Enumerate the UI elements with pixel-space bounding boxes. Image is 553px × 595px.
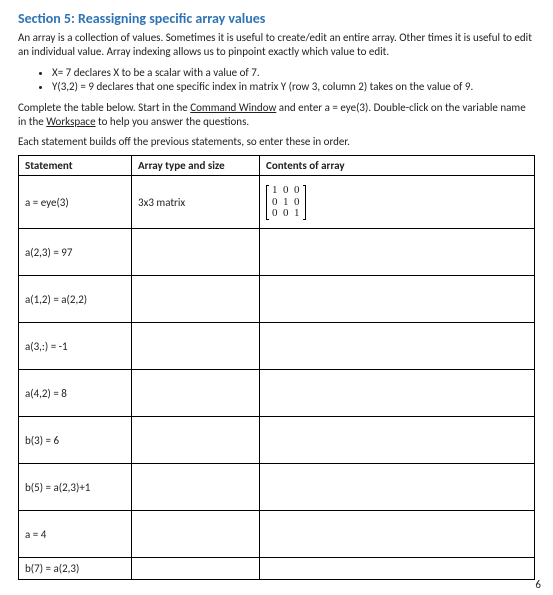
table-row: b(3) = 6	[19, 417, 535, 464]
table-row: a(1,2) = a(2,2)	[19, 276, 535, 323]
workspace-label: Workspace	[46, 115, 95, 128]
col-header-type: Array type and size	[132, 156, 260, 176]
instructions-paragraph: Complete the table below. Start in the C…	[18, 101, 535, 130]
table-row: b(7) = a(2,3)	[19, 558, 535, 580]
cell-statement: b(5) = a(2,3)+1	[19, 464, 132, 511]
cell-type[interactable]	[132, 276, 260, 323]
matrix-display: 1 0 0 0 1 0 0 0 1	[266, 185, 306, 220]
bullet-list: X= 7 declares X to be a scalar with a va…	[18, 66, 535, 93]
cell-contents[interactable]	[260, 417, 535, 464]
section-title: Section 5: Reassigning specific array va…	[18, 10, 535, 27]
cell-type[interactable]	[132, 558, 260, 580]
cell-type[interactable]	[132, 323, 260, 370]
cell-statement: a(2,3) = 97	[19, 229, 132, 276]
table-header-row: Statement Array type and size Contents o…	[19, 156, 535, 176]
cell-contents[interactable]	[260, 229, 535, 276]
cell-statement: b(7) = a(2,3)	[19, 558, 132, 580]
cell-type[interactable]	[132, 464, 260, 511]
cell-contents[interactable]	[260, 511, 535, 558]
cell-contents[interactable]	[260, 464, 535, 511]
command-window-label: Command Window	[190, 101, 276, 114]
cell-contents: 1 0 0 0 1 0 0 0 1	[260, 176, 535, 229]
cell-type[interactable]	[132, 417, 260, 464]
cell-contents[interactable]	[260, 370, 535, 417]
cell-statement: a = eye(3)	[19, 176, 132, 229]
page-number: 6	[535, 578, 541, 591]
bullet-item: X= 7 declares X to be a scalar with a va…	[52, 66, 535, 79]
worksheet-page: Section 5: Reassigning specific array va…	[0, 0, 553, 595]
col-header-contents: Contents of array	[260, 156, 535, 176]
table-row: b(5) = a(2,3)+1	[19, 464, 535, 511]
table-row: a(3,:) = -1	[19, 323, 535, 370]
cell-statement: a(1,2) = a(2,2)	[19, 276, 132, 323]
cell-statement: a(4,2) = 8	[19, 370, 132, 417]
cell-type: 3x3 matrix	[132, 176, 260, 229]
instructions-text: to help you answer the questions.	[96, 115, 250, 128]
cell-type[interactable]	[132, 511, 260, 558]
exercise-table: Statement Array type and size Contents o…	[18, 155, 535, 580]
table-row: a(2,3) = 97	[19, 229, 535, 276]
cell-statement: a = 4	[19, 511, 132, 558]
cell-contents[interactable]	[260, 323, 535, 370]
table-row: a = eye(3) 3x3 matrix 1 0 0 0 1 0 0 0 1	[19, 176, 535, 229]
intro-paragraph: An array is a collection of values. Some…	[18, 31, 535, 60]
table-row: a(4,2) = 8	[19, 370, 535, 417]
cell-type[interactable]	[132, 229, 260, 276]
cell-statement: a(3,:) = -1	[19, 323, 132, 370]
bullet-item: Y(3,2) = 9 declares that one specific in…	[52, 80, 535, 93]
col-header-statement: Statement	[19, 156, 132, 176]
table-row: a = 4	[19, 511, 535, 558]
cell-statement: b(3) = 6	[19, 417, 132, 464]
cell-contents[interactable]	[260, 558, 535, 580]
instructions-text: Complete the table below. Start in the	[18, 101, 190, 114]
cell-contents[interactable]	[260, 276, 535, 323]
cell-type[interactable]	[132, 370, 260, 417]
builds-off-paragraph: Each statement builds off the previous s…	[18, 135, 535, 149]
